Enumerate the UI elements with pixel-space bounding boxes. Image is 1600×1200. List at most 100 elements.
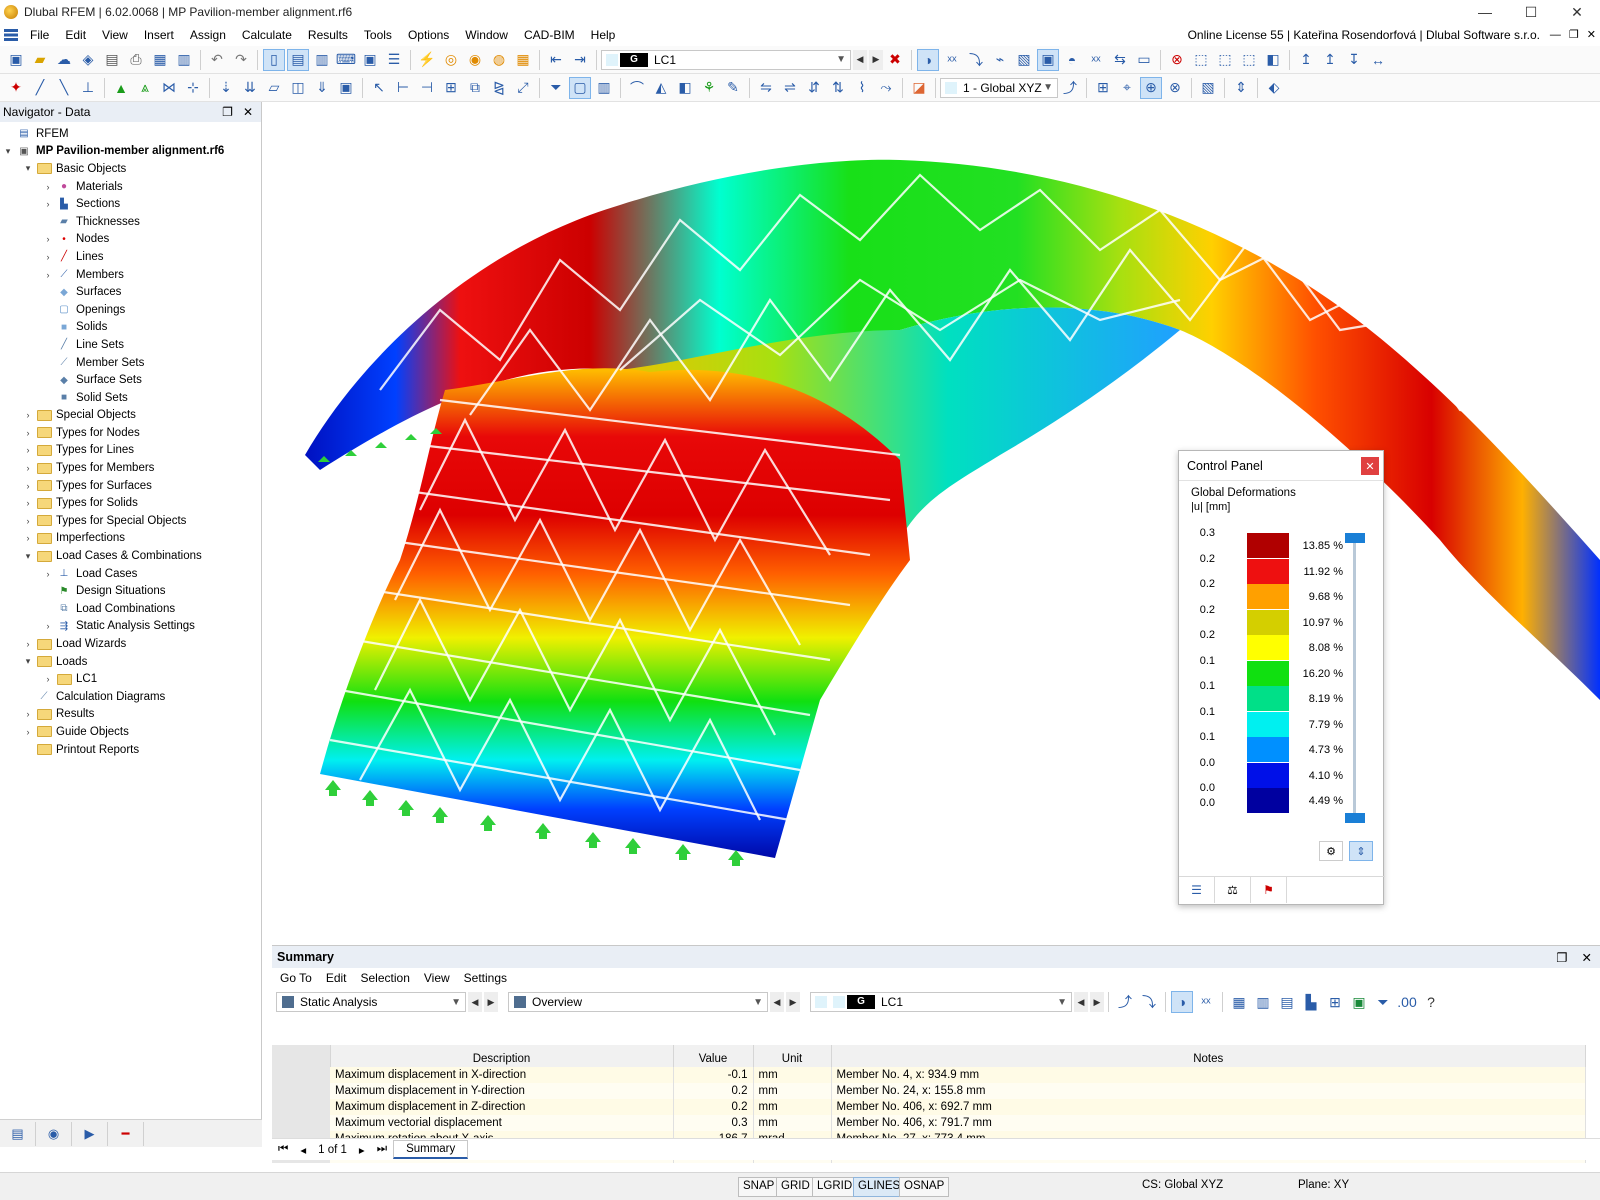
- nav-item[interactable]: ›▙Sections: [0, 195, 261, 213]
- new-model-icon[interactable]: ▣: [5, 49, 27, 71]
- expand-arrow-icon[interactable]: ›: [22, 498, 34, 508]
- summary-menu-view[interactable]: View: [416, 971, 456, 985]
- result-view-select[interactable]: Overview ▼: [508, 992, 768, 1012]
- table-rows-icon[interactable]: ▤: [1276, 991, 1298, 1013]
- view-persp-icon[interactable]: ⬚: [1238, 49, 1260, 71]
- new-line-icon[interactable]: ╱: [29, 77, 51, 99]
- mdi-restore-button[interactable]: ❐: [1569, 24, 1579, 46]
- col-unit[interactable]: Unit: [753, 1045, 831, 1067]
- surface-load-icon[interactable]: ▱: [263, 77, 285, 99]
- open-folder-icon[interactable]: ▰: [29, 49, 51, 71]
- calculate-icon[interactable]: ⚡: [416, 49, 438, 71]
- close-icon[interactable]: ✕: [243, 105, 253, 119]
- col-description[interactable]: Description: [330, 1045, 673, 1067]
- panel-toggle-icon[interactable]: ▥: [311, 49, 333, 71]
- nav-item[interactable]: ⟋Member Sets: [0, 354, 261, 372]
- nav-item[interactable]: ›⇶Static Analysis Settings: [0, 618, 261, 636]
- grid-view-icon[interactable]: ⊞: [1324, 991, 1346, 1013]
- align-bottom-icon[interactable]: ⇅: [827, 77, 849, 99]
- dock-icon[interactable]: ❐: [222, 105, 233, 119]
- nav-item[interactable]: ▾▣MP Pavilion-member alignment.rf6: [0, 143, 261, 161]
- nav-item[interactable]: ◆Surfaces: [0, 283, 261, 301]
- nav-item[interactable]: ■Solid Sets: [0, 389, 261, 407]
- status-grid-button[interactable]: GRID: [776, 1177, 815, 1197]
- list-icon[interactable]: ☰: [383, 49, 405, 71]
- menu-options[interactable]: Options: [400, 24, 457, 46]
- display-tab-icon[interactable]: ◉: [36, 1122, 72, 1146]
- calculator-icon[interactable]: ▣: [359, 49, 381, 71]
- nav-item[interactable]: ›╱Lines: [0, 248, 261, 266]
- col-value[interactable]: Value: [673, 1045, 753, 1067]
- nav-item[interactable]: ›•Nodes: [0, 231, 261, 249]
- mdi-close-button[interactable]: ✕: [1587, 24, 1596, 46]
- more-tools-icon[interactable]: ⬖: [1263, 77, 1285, 99]
- navigator-toggle-icon[interactable]: ▯: [263, 49, 285, 71]
- nav-item[interactable]: ›Results: [0, 706, 261, 724]
- expand-arrow-icon[interactable]: ›: [22, 639, 34, 649]
- result-values-icon[interactable]: ˣˣ: [941, 49, 963, 71]
- legend-range-slider[interactable]: [1353, 533, 1356, 823]
- results-filter-icon[interactable]: ✖: [884, 49, 906, 71]
- status-lgrid-button[interactable]: LGRID: [812, 1177, 857, 1197]
- prev-view-button[interactable]: ◀: [770, 992, 784, 1012]
- snap-active-icon[interactable]: ⊕: [1140, 77, 1162, 99]
- cloud-icon[interactable]: ☁: [53, 49, 75, 71]
- free-load-icon[interactable]: ⇓: [311, 77, 333, 99]
- expand-arrow-icon[interactable]: ›: [22, 463, 34, 473]
- member-load-icon[interactable]: ⇊: [239, 77, 261, 99]
- load-left-icon[interactable]: ⇤: [545, 49, 567, 71]
- table-row[interactable]: Maximum displacement in X-direction-0.1m…: [272, 1067, 1586, 1083]
- new-node-icon[interactable]: ✦: [5, 77, 27, 99]
- save-icon[interactable]: ▤: [101, 49, 123, 71]
- summary-menu-settings[interactable]: Settings: [456, 971, 513, 985]
- plant-icon[interactable]: ⚘: [698, 77, 720, 99]
- calculate-all-icon[interactable]: ◎: [440, 49, 462, 71]
- path-icon[interactable]: ⤳: [875, 77, 897, 99]
- snap-midpoint-icon[interactable]: ⊗: [1164, 77, 1186, 99]
- menu-insert[interactable]: Insert: [136, 24, 182, 46]
- print-icon[interactable]: ⎙: [125, 49, 147, 71]
- analysis-type-select[interactable]: Static Analysis ▼: [276, 992, 466, 1012]
- scale-icon[interactable]: ⤢: [512, 77, 534, 99]
- web-service-icon[interactable]: ◈: [77, 49, 99, 71]
- deformation-3d-render[interactable]: [263, 102, 1600, 928]
- node-support-icon[interactable]: ▲: [110, 77, 132, 99]
- summary-menu-edit[interactable]: Edit: [318, 971, 353, 985]
- coordinate-icon[interactable]: ⊹: [182, 77, 204, 99]
- filter-icon[interactable]: ⏷: [545, 77, 567, 99]
- prev-load-case-button[interactable]: ◀: [1074, 992, 1088, 1012]
- nav-item[interactable]: ›Imperfections: [0, 530, 261, 548]
- section-cut-icon[interactable]: ▭: [1133, 49, 1155, 71]
- legend-adjust-icon[interactable]: ⇕: [1349, 841, 1373, 861]
- table-row[interactable]: Maximum vectorial displacement0.3mmMembe…: [272, 1115, 1586, 1131]
- hinge-icon[interactable]: ⋈: [158, 77, 180, 99]
- snap-grid-icon[interactable]: ⊞: [1092, 77, 1114, 99]
- align-right-icon[interactable]: ⇌: [779, 77, 801, 99]
- menu-view[interactable]: View: [94, 24, 136, 46]
- menu-assign[interactable]: Assign: [182, 24, 234, 46]
- table-row[interactable]: Maximum displacement in Y-direction0.2mm…: [272, 1083, 1586, 1099]
- nav-item[interactable]: ›Guide Objects: [0, 723, 261, 741]
- jump-icon[interactable]: ⤴: [1114, 991, 1136, 1013]
- summary-menu-selection[interactable]: Selection: [353, 971, 416, 985]
- summary-load-case-select[interactable]: G LC1 ▼: [810, 992, 1072, 1012]
- color-chart-icon[interactable]: ◪: [908, 77, 930, 99]
- align-top-icon[interactable]: ⇵: [803, 77, 825, 99]
- result-bubble-icon[interactable]: ◍: [488, 49, 510, 71]
- redo-icon[interactable]: ↷: [230, 49, 252, 71]
- expand-arrow-icon[interactable]: ›: [42, 252, 54, 262]
- nav-item[interactable]: ■Solids: [0, 319, 261, 337]
- expand-arrow-icon[interactable]: ›: [22, 445, 34, 455]
- expand-arrow-icon[interactable]: ›: [42, 199, 54, 209]
- expand-arrow-icon[interactable]: ›: [22, 533, 34, 543]
- slider-top-handle[interactable]: [1345, 533, 1365, 543]
- data-tab-icon[interactable]: ▤: [0, 1122, 36, 1146]
- help-icon[interactable]: ?: [1420, 991, 1442, 1013]
- first-page-icon[interactable]: ⏮: [272, 1143, 294, 1156]
- new-support-icon[interactable]: ⊥: [77, 77, 99, 99]
- balance-tab-icon[interactable]: ⚖: [1215, 877, 1251, 903]
- prev-analysis-button[interactable]: ◀: [468, 992, 482, 1012]
- frame-icon[interactable]: ▢: [569, 77, 591, 99]
- node-load-icon[interactable]: ⇣: [215, 77, 237, 99]
- member-dim-icon[interactable]: ⊣: [416, 77, 438, 99]
